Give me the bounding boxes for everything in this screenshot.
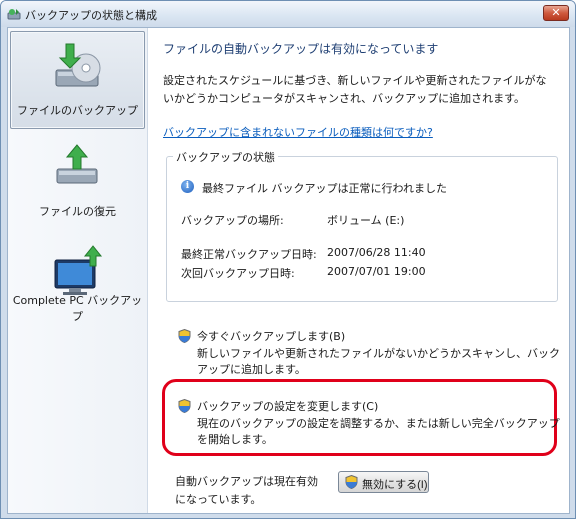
window-title: バックアップの状態と構成 [25, 9, 157, 22]
backup-now-description: 新しいファイルや更新されたファイルがないかどうかスキャンし、バックアップに追加し… [197, 347, 560, 376]
change-settings-link[interactable]: バックアップの設定を変更します(C) [197, 398, 378, 414]
status-message: 最終ファイル バックアップは正常に行われました [202, 182, 447, 195]
nav-item-complete-pc-backup[interactable]: Complete PC バックアップ [10, 236, 145, 334]
disable-button-label: 無効にする(I) [362, 479, 428, 491]
backup-app-icon [7, 9, 21, 20]
nav-item-label: ファイルのバックアップ [17, 104, 138, 117]
restore-drive-icon [56, 144, 98, 184]
backup-disk-icon [55, 43, 101, 87]
next-backup-value: 2007/07/01 19:00 [327, 265, 426, 278]
excluded-file-types-link[interactable]: バックアップに含まれないファイルの種類は何ですか? [163, 124, 433, 140]
disable-auto-backup-button[interactable]: 無効にする(I) [338, 471, 429, 493]
page-description: 設定されたスケジュールに基づき、新しいファイルや更新されたファイルがないかどうか… [163, 74, 547, 105]
nav-item-file-backup[interactable]: ファイルのバックアップ [10, 31, 145, 129]
main-content: ファイルの自動バックアップは有効になっています 設定されたスケジュールに基づき、… [162, 28, 563, 513]
change-settings-description: 現在のバックアップの設定を調整するか、または新しい完全バックアップを開始します。 [197, 417, 560, 446]
page-heading: ファイルの自動バックアップは有効になっています [163, 42, 439, 56]
title-bar[interactable]: バックアップの状態と構成 ✕ [1, 1, 575, 27]
uac-shield-icon [345, 475, 358, 489]
next-backup-label: 次回バックアップ日時: [181, 267, 295, 280]
window-client-area: ファイルのバックアップ ファイルの復元 Complete PC バックアップ フ… [7, 27, 570, 514]
info-icon: i [181, 180, 194, 193]
nav-item-file-restore[interactable]: ファイルの復元 [10, 131, 145, 229]
backup-window: バックアップの状態と構成 ✕ ファイルのバックアップ ファイルの復元 Compl… [0, 0, 576, 519]
nav-item-label: ファイルの復元 [39, 205, 116, 218]
last-backup-value: 2007/06/28 11:40 [327, 246, 426, 259]
backup-now-link[interactable]: 今すぐバックアップします(B) [197, 328, 345, 344]
nav-item-label: Complete PC バックアップ [12, 294, 143, 323]
close-button[interactable]: ✕ [543, 5, 569, 21]
backup-location-value: ボリューム (E:) [327, 214, 405, 227]
group-title: バックアップの状態 [173, 149, 278, 165]
uac-shield-icon [178, 329, 191, 343]
backup-status-group: バックアップの状態 i 最終ファイル バックアップは正常に行われました バックア… [166, 149, 558, 302]
backup-location-label: バックアップの場所: [181, 214, 284, 227]
last-backup-label: 最終正常バックアップ日時: [181, 248, 317, 261]
nav-pane: ファイルのバックアップ ファイルの復元 Complete PC バックアップ [8, 28, 148, 513]
uac-shield-icon [178, 399, 191, 413]
auto-backup-status-text: 自動バックアップは現在有効になっています。 [175, 475, 318, 506]
